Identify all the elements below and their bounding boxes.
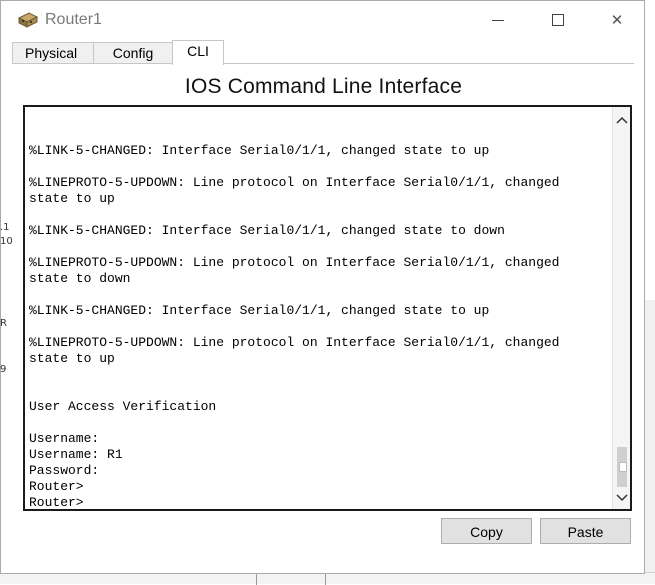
minimize-icon [492, 19, 504, 21]
background-label: .1 [0, 222, 10, 233]
cli-heading: IOS Command Line Interface [184, 75, 463, 98]
cli-console[interactable]: %LINK-5-CHANGED: Interface Serial0/1/1, … [23, 105, 632, 511]
paste-button[interactable]: Paste [540, 518, 631, 544]
tab-bar: Physical Config CLI [12, 40, 634, 65]
router-window: Router1 ✕ Physical Config CLI IOS Comman… [0, 0, 645, 574]
tab-config[interactable]: Config [93, 42, 173, 64]
copy-button[interactable]: Copy [441, 518, 532, 544]
tab-physical[interactable]: Physical [12, 42, 94, 64]
chevron-up-icon [615, 116, 628, 124]
title-bar[interactable]: Router1 ✕ [1, 1, 644, 39]
scroll-down-button[interactable] [613, 489, 630, 507]
console-scrollbar[interactable] [612, 107, 630, 509]
close-icon: ✕ [610, 12, 624, 29]
router-app-icon [17, 12, 39, 28]
scroll-thumb[interactable] [617, 447, 627, 487]
console-output[interactable]: %LINK-5-CHANGED: Interface Serial0/1/1, … [29, 143, 609, 509]
minimize-button[interactable] [483, 7, 513, 33]
background-label: R [0, 318, 7, 329]
maximize-icon [552, 14, 564, 26]
background-label: 10 [0, 236, 13, 247]
chevron-down-icon [615, 494, 628, 502]
tab-divider [12, 63, 634, 64]
maximize-button[interactable] [543, 7, 573, 33]
scroll-up-button[interactable] [613, 111, 630, 129]
window-title: Router1 [45, 11, 102, 28]
tab-cli[interactable]: CLI [172, 40, 224, 65]
background-label: 9 [0, 364, 7, 375]
close-button[interactable]: ✕ [602, 7, 632, 33]
